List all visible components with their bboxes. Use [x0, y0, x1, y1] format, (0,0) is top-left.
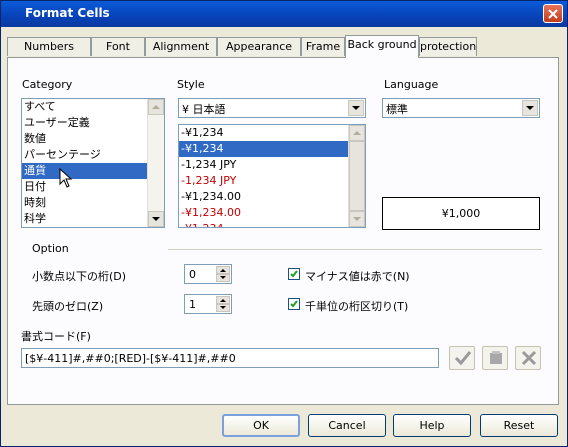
- option-separator: [168, 249, 542, 250]
- currency-combo[interactable]: ¥ 日本語: [178, 98, 366, 118]
- style-item[interactable]: -1,234 JPY: [179, 173, 349, 189]
- option-label: Option: [32, 242, 69, 255]
- style-label: Style: [177, 78, 205, 91]
- format-code-input[interactable]: [$¥-411]#,##0;[RED]-[$¥-411]#,##0: [21, 348, 439, 368]
- category-item[interactable]: 通貨: [22, 163, 150, 179]
- category-list[interactable]: すべて ユーザー定義 数値 パーセンテージ 通貨 日付 時刻 科学: [21, 98, 165, 228]
- mouse-pointer-icon: [59, 168, 73, 188]
- leading-zero-label: 先頭のゼロ(Z): [32, 300, 104, 313]
- thousands-separator-checkbox[interactable]: [288, 298, 300, 310]
- comment-code-button[interactable]: [482, 346, 508, 370]
- decimal-places-label: 小数点以下の桁(D): [32, 270, 127, 283]
- tab-alignment[interactable]: Alignment: [145, 37, 217, 56]
- scroll-down-button[interactable]: [148, 211, 164, 227]
- decrement-button[interactable]: [216, 274, 230, 282]
- format-code-value: [$¥-411]#,##0;[RED]-[$¥-411]#,##0: [25, 352, 236, 365]
- chevron-down-icon: [220, 276, 226, 279]
- accept-code-button[interactable]: [449, 346, 475, 370]
- chevron-down-icon: [352, 106, 360, 110]
- tab-frame[interactable]: Frame: [301, 37, 345, 56]
- category-label: Category: [22, 78, 73, 91]
- scroll-up-button[interactable]: [349, 125, 365, 141]
- language-combo[interactable]: 標準: [382, 98, 540, 118]
- chevron-down-icon: [526, 106, 534, 110]
- tab-font[interactable]: Font: [91, 37, 145, 56]
- category-scrollbar[interactable]: [147, 99, 164, 227]
- style-item[interactable]: -¥1,234: [179, 125, 349, 141]
- tab-protection[interactable]: protection: [419, 37, 477, 56]
- window-title: Format Cells: [25, 6, 110, 20]
- tab-appearance[interactable]: Appearance: [217, 37, 301, 56]
- close-icon: [548, 9, 558, 19]
- currency-value: ¥ 日本語: [182, 103, 226, 116]
- category-item[interactable]: 日付: [22, 179, 150, 195]
- chevron-down-icon: [152, 217, 160, 221]
- scroll-thumb[interactable]: [349, 141, 365, 211]
- increment-button[interactable]: [216, 266, 230, 274]
- leading-zero-stepper[interactable]: 1: [184, 294, 232, 314]
- style-item[interactable]: -¥1,234.00: [179, 189, 349, 205]
- delete-code-button[interactable]: [515, 346, 541, 370]
- check-icon: [290, 270, 298, 278]
- style-item[interactable]: -¥1,234: [179, 141, 349, 157]
- title-bar[interactable]: Format Cells: [1, 1, 567, 27]
- chevron-up-icon: [152, 105, 160, 109]
- help-button[interactable]: Help: [393, 414, 471, 437]
- scroll-down-button[interactable]: [349, 211, 365, 227]
- decimal-places-value: 0: [189, 268, 196, 281]
- style-item[interactable]: -¥1,234.00: [179, 205, 349, 221]
- negative-red-label[interactable]: マイナス値は赤で(N): [305, 268, 410, 284]
- chevron-down-icon: [353, 217, 361, 221]
- decimal-places-stepper[interactable]: 0: [184, 264, 232, 284]
- ok-button[interactable]: OK: [222, 414, 300, 437]
- category-item[interactable]: ユーザー定義: [22, 115, 150, 131]
- language-value: 標準: [386, 103, 408, 116]
- check-icon: [454, 351, 472, 366]
- cancel-button[interactable]: Cancel: [308, 414, 386, 437]
- chevron-up-icon: [353, 131, 361, 135]
- currency-dropdown-button[interactable]: [348, 100, 364, 116]
- comment-icon: [490, 351, 502, 364]
- scroll-up-button[interactable]: [148, 99, 164, 115]
- leading-zero-value: 1: [189, 298, 196, 311]
- preview-box: ¥1,000: [382, 197, 540, 230]
- chevron-up-icon: [220, 269, 226, 272]
- check-icon: [290, 300, 298, 308]
- decrement-button[interactable]: [216, 304, 230, 312]
- style-list[interactable]: -¥1,234 -¥1,234 -1,234 JPY -1,234 JPY -¥1,23…: [178, 124, 366, 228]
- format-cells-dialog: Format Cells Numbers Font Alignment Appe…: [0, 0, 568, 447]
- thousands-separator-label[interactable]: 千単位の桁区切り(T): [305, 298, 408, 314]
- category-item[interactable]: 科学: [22, 211, 150, 227]
- chevron-down-icon: [220, 306, 226, 309]
- language-label: Language: [384, 78, 439, 91]
- category-item[interactable]: パーセンテージ: [22, 147, 150, 163]
- format-code-label: 書式コード(F): [21, 330, 91, 343]
- style-item[interactable]: -¥1,234.--: [179, 221, 349, 227]
- tab-numbers[interactable]: Numbers: [7, 37, 91, 56]
- category-item[interactable]: すべて: [22, 99, 150, 115]
- close-button[interactable]: [543, 4, 563, 23]
- delete-icon: [521, 350, 537, 366]
- category-item[interactable]: 時刻: [22, 195, 150, 211]
- negative-red-checkbox[interactable]: [288, 268, 300, 280]
- style-scrollbar[interactable]: [348, 125, 365, 227]
- chevron-up-icon: [220, 299, 226, 302]
- tab-panel: Category Style Language すべて ユーザー定義 数値 パーセンテ…: [7, 57, 559, 405]
- increment-button[interactable]: [216, 296, 230, 304]
- language-dropdown-button[interactable]: [522, 100, 538, 116]
- style-item[interactable]: -1,234 JPY: [179, 157, 349, 173]
- reset-button[interactable]: Reset: [480, 414, 558, 437]
- tab-background[interactable]: Back ground: [345, 35, 419, 58]
- category-item[interactable]: 数値: [22, 131, 150, 147]
